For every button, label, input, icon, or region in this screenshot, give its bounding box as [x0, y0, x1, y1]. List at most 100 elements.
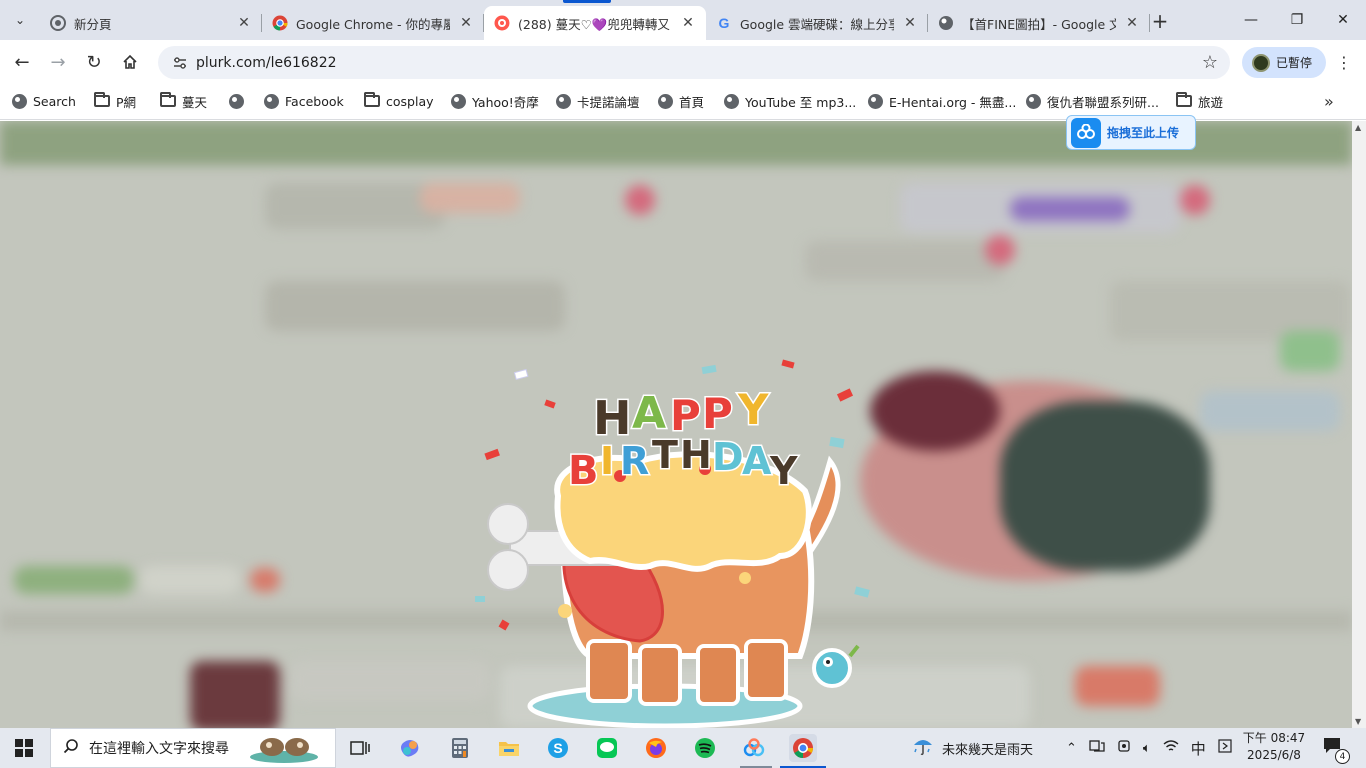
- tab-strip: ⌄ 新分頁 ✕ Google Chrome - 你的專屬瀏覽器 ✕ (288) …: [0, 0, 1366, 40]
- bookmarks-overflow-button[interactable]: »: [1324, 92, 1334, 111]
- address-bar[interactable]: plurk.com/le616822 ☆: [158, 46, 1230, 79]
- task-view-button[interactable]: [346, 734, 374, 762]
- forward-button[interactable]: →: [44, 48, 72, 76]
- reload-button[interactable]: ↻: [80, 48, 108, 76]
- svg-text:G: G: [719, 15, 730, 31]
- bookmark-folder-cosplay[interactable]: cosplay: [364, 90, 434, 112]
- page-scrollbar[interactable]: ▲ ▼: [1352, 121, 1366, 728]
- windows-taskbar: 在這裡輸入文字來搜尋 S 未來幾天是雨天 ⌃ 🔈︎ 中 下午 08:47 202…: [0, 728, 1366, 768]
- bookmark-folder-p[interactable]: P網: [94, 90, 136, 112]
- folder-icon: [1176, 92, 1192, 107]
- bookmark-youtube-mp3[interactable]: YouTube 至 mp3...: [724, 90, 856, 112]
- rain-umbrella-icon: [912, 735, 934, 761]
- sticker-letter: A: [632, 388, 666, 439]
- network-device-icon[interactable]: [1089, 739, 1105, 757]
- google-chrome-icon: [793, 738, 814, 759]
- bookmark-star-icon[interactable]: ☆: [1202, 52, 1218, 73]
- taskbar-spotify[interactable]: [691, 734, 719, 762]
- file-explorer-icon: [499, 742, 519, 756]
- profile-button[interactable]: 已暫停: [1242, 47, 1326, 78]
- bookmark-folder-travel[interactable]: 旅遊: [1176, 90, 1223, 112]
- taskbar-chrome[interactable]: [789, 734, 817, 762]
- close-icon: ✕: [1337, 12, 1349, 28]
- minimize-button[interactable]: —: [1228, 0, 1274, 40]
- clock-date: 2025/6/8: [1247, 748, 1301, 762]
- plurk-post-blob: [420, 183, 520, 213]
- taskbar-skype[interactable]: S: [544, 734, 572, 762]
- close-window-button[interactable]: ✕: [1320, 0, 1366, 40]
- meet-now-icon[interactable]: [1117, 739, 1131, 757]
- start-button[interactable]: [0, 728, 48, 768]
- bookmark-label: P網: [116, 94, 137, 110]
- notification-center-button[interactable]: 4: [1322, 728, 1350, 768]
- taskbar-clock[interactable]: 下午 08:47 2025/6/8: [1242, 730, 1306, 764]
- bookmark-ck101[interactable]: 卡提諾論壇: [556, 90, 640, 112]
- taskbar-firefox[interactable]: [642, 734, 670, 762]
- scroll-down-icon[interactable]: ▼: [1355, 717, 1361, 726]
- bookmark-ehentai[interactable]: E-Hentai.org - 無盡...: [868, 90, 1016, 112]
- windows-icon: [15, 739, 33, 757]
- globe-icon: [868, 93, 883, 109]
- chevron-double-right-icon: »: [1324, 92, 1334, 111]
- chevron-up-icon[interactable]: ⌃: [1066, 741, 1077, 756]
- wifi-icon[interactable]: [1163, 739, 1179, 757]
- plurk-badge-blob: [985, 235, 1015, 265]
- taskbar-line[interactable]: [593, 734, 621, 762]
- google-chrome-icon: [272, 15, 288, 31]
- clock-time: 下午 08:47: [1242, 731, 1306, 745]
- tab-new-tab[interactable]: 新分頁 ✕: [40, 6, 262, 40]
- active-tab-indicator: [563, 0, 611, 3]
- bookmark-search[interactable]: Search: [12, 90, 76, 112]
- globe-icon: [1026, 93, 1041, 109]
- bookmark-label: Facebook: [285, 93, 344, 109]
- ime-mode-icon[interactable]: [1218, 739, 1232, 757]
- page-viewport[interactable]: H A P P Y B I R T H D A Y: [0, 121, 1352, 728]
- taskbar-calculator[interactable]: [446, 734, 474, 762]
- close-icon[interactable]: ✕: [236, 15, 252, 31]
- bookmark-label: 復仇者聯盟系列研...: [1047, 94, 1159, 110]
- volume-icon[interactable]: 🔈︎: [1143, 741, 1151, 756]
- bookmark-label: E-Hentai.org - 無盡...: [889, 94, 1017, 110]
- arrow-left-icon: ←: [14, 51, 30, 73]
- bookmark-yahoo[interactable]: Yahoo!奇摩: [451, 90, 539, 112]
- taskbar-search-input[interactable]: 在這裡輸入文字來搜尋: [50, 728, 336, 768]
- new-tab-button[interactable]: +: [1148, 9, 1172, 33]
- bookmark-avengers[interactable]: 復仇者聯盟系列研...: [1026, 90, 1159, 112]
- bookmark-label: Search: [33, 93, 76, 109]
- tab-google-drive[interactable]: G Google 雲端硬碟：線上分享 ✕: [706, 6, 928, 40]
- scroll-up-icon[interactable]: ▲: [1355, 123, 1361, 132]
- drag-upload-chip[interactable]: 拖拽至此上传: [1066, 115, 1196, 150]
- arrow-right-icon: →: [50, 51, 66, 73]
- folder-icon: [364, 92, 380, 107]
- taskbar-copilot[interactable]: [396, 734, 424, 762]
- restore-button[interactable]: ❐: [1274, 0, 1320, 40]
- back-button[interactable]: ←: [8, 48, 36, 76]
- close-icon[interactable]: ✕: [680, 15, 696, 31]
- site-info-icon[interactable]: [164, 55, 196, 71]
- sticker-letter: I: [600, 439, 614, 483]
- tab-search-button[interactable]: ⌄: [8, 8, 32, 32]
- menu-button[interactable]: ⋮: [1334, 52, 1354, 72]
- bookmark-facebook[interactable]: Facebook: [264, 90, 344, 112]
- tab-google-docs[interactable]: 【首FINE圖拍】- Google 文 ✕: [928, 6, 1150, 40]
- bookmark-folder-mantian[interactable]: 蔓天: [160, 90, 207, 112]
- bookmark-untitled[interactable]: [229, 90, 250, 112]
- home-button[interactable]: [116, 48, 144, 76]
- close-icon[interactable]: ✕: [902, 15, 918, 31]
- plurk-button-blob: [1075, 666, 1160, 706]
- taskbar-upload-app[interactable]: [740, 734, 768, 762]
- close-icon[interactable]: ✕: [458, 15, 474, 31]
- plurk-post-blob: [290, 661, 490, 701]
- tab-google-chrome[interactable]: Google Chrome - 你的專屬瀏覽器 ✕: [262, 6, 484, 40]
- globe-icon: [264, 93, 279, 109]
- tab-title: 【首FINE圖拍】- Google 文: [962, 16, 1116, 32]
- taskbar-file-explorer[interactable]: [495, 734, 523, 762]
- cloud-app-icon: [743, 738, 765, 757]
- sticker-letter: P: [702, 389, 733, 438]
- cloud-upload-icon: [1071, 117, 1101, 148]
- close-icon[interactable]: ✕: [1124, 15, 1140, 31]
- weather-widget[interactable]: 未來幾天是雨天: [912, 728, 1033, 768]
- ime-indicator[interactable]: 中: [1191, 738, 1206, 759]
- bookmark-home[interactable]: 首頁: [658, 90, 704, 112]
- tab-plurk[interactable]: (288) 蔓天♡💜兜兜轉轉又 ✕: [484, 6, 706, 40]
